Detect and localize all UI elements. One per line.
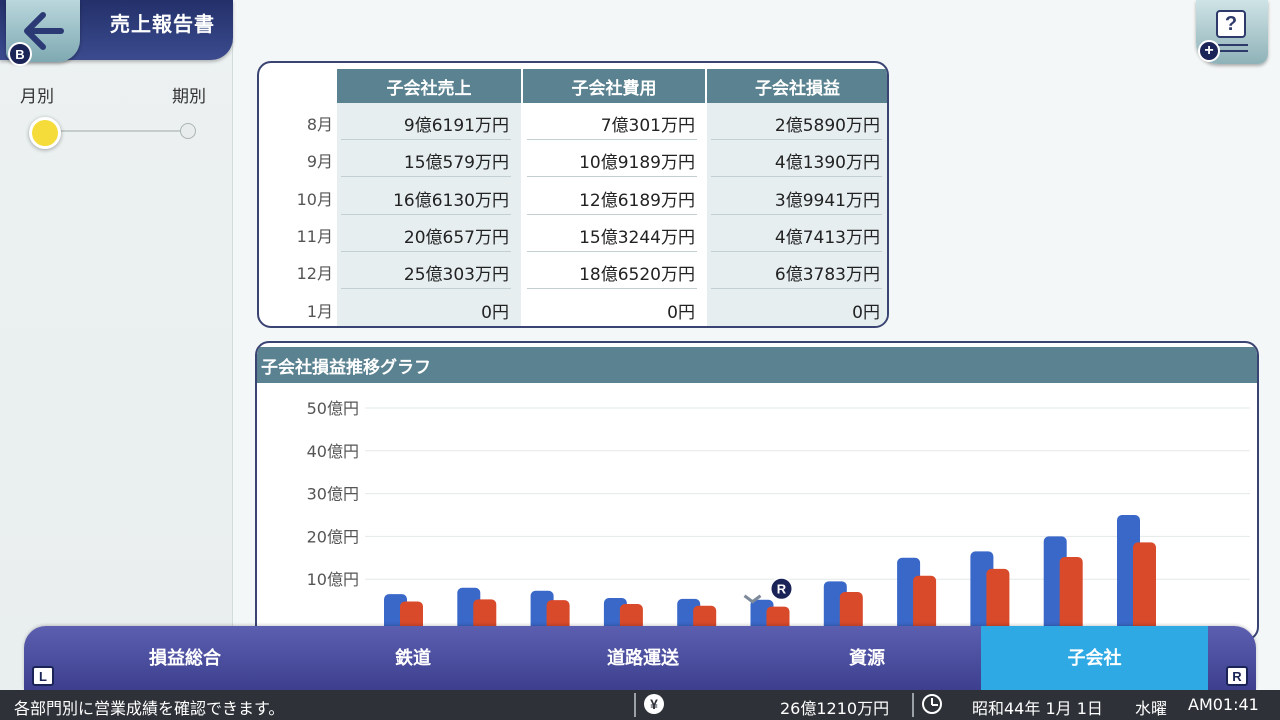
tab-railway[interactable]: 鉄道: [302, 626, 524, 690]
status-message: 各部門別に営業成績を確認できます。: [14, 699, 285, 718]
col-header-profit: 子会社損益: [707, 69, 887, 103]
row-month-label: 12月: [296, 264, 333, 284]
row-divider: [341, 213, 511, 215]
row-divider: [711, 139, 882, 140]
row-divider: [341, 139, 511, 140]
chart-title: 子会社損益推移グラフ: [261, 358, 431, 378]
row-month-label: 10月: [296, 189, 333, 209]
game-weekday: 水曜: [1135, 699, 1168, 718]
help-button[interactable]: ? +: [1196, 0, 1268, 64]
table-cell: 16億6130万円: [393, 190, 509, 211]
status-divider: [912, 693, 914, 717]
row-month-label: 1月: [306, 301, 333, 321]
mode-slider-stop-period[interactable]: [180, 123, 196, 139]
table-cell: 4億1390万円: [774, 153, 880, 174]
help-icon: ?: [1216, 10, 1246, 38]
chart-title-bar: 子会社損益推移グラフ: [257, 347, 1257, 383]
mode-monthly-label[interactable]: 月別: [20, 82, 54, 107]
row-divider: [341, 288, 511, 290]
category-tabbar: 損益総合 鉄道 道路運送 資源 子会社 L R: [24, 626, 1256, 690]
table-cell: 0円: [481, 302, 509, 323]
game-date: 昭和44年 1月 1日: [972, 699, 1103, 718]
status-bar: 各部門別に営業成績を確認できます。 ¥ 26億1210万円 昭和44年 1月 1…: [0, 690, 1280, 720]
row-divider: [527, 288, 697, 290]
y-tick-label: 50億円: [307, 399, 359, 418]
tab-subsidiary[interactable]: 子会社: [981, 626, 1208, 690]
table-cell: 25億303万円: [403, 265, 509, 286]
col-header-sales: 子会社売上: [337, 69, 521, 103]
r-button-badge: R: [1226, 666, 1248, 686]
row-divider: [527, 139, 697, 140]
b-button-badge: B: [8, 42, 32, 66]
tab-road-transport[interactable]: 道路運送: [532, 626, 754, 690]
mode-slider-track[interactable]: [44, 130, 188, 132]
mode-period-label[interactable]: 期別: [172, 82, 206, 107]
y-tick-label: 30億円: [307, 485, 359, 504]
table-cell: 6億3783万円: [774, 265, 880, 286]
table-cell: 12億6189万円: [579, 190, 695, 211]
y-tick-label: 20億円: [307, 527, 359, 546]
row-divider: [711, 250, 882, 252]
table-cell: 15億3244万円: [579, 227, 695, 248]
col-bg-profit: [707, 103, 887, 326]
help-lines-icon: [1218, 44, 1248, 52]
status-divider: [634, 693, 636, 717]
y-tick-label: 10億円: [307, 570, 359, 589]
row-divider: [527, 176, 697, 178]
y-tick-label: 40億円: [307, 442, 359, 461]
row-divider: [711, 288, 882, 290]
row-month-label: 8月: [306, 115, 333, 134]
table-cell: 9億6191万円: [403, 116, 509, 136]
row-month-label: 11月: [296, 226, 333, 246]
tab-resources[interactable]: 資源: [754, 626, 980, 690]
game-time: AM01:41: [1188, 695, 1259, 714]
row-divider: [341, 176, 511, 178]
table-cell: 18億6520万円: [579, 265, 695, 286]
r-marker-label: R: [777, 582, 787, 597]
profit-chart-panel: 子会社損益推移グラフ 50億円 40億円 30億円 20億円 10億円 R: [255, 341, 1259, 641]
col-bg-sales: [337, 103, 521, 326]
row-divider: [341, 250, 511, 252]
clock-icon: [922, 694, 942, 714]
sales-table: 子会社売上 子会社費用 子会社損益 8月 9億6191万円 7億301万円 2億589…: [257, 61, 889, 328]
row-divider: [527, 213, 697, 215]
page-title: 売上報告書: [110, 12, 215, 36]
table-cell: 10億9189万円: [579, 153, 695, 174]
table-cell: 0円: [852, 302, 880, 323]
row-divider: [527, 250, 697, 252]
plus-button-badge: +: [1198, 40, 1220, 62]
money-amount: 26億1210万円: [780, 699, 890, 718]
profit-chart: 50億円 40億円 30億円 20億円 10億円 R: [307, 399, 1250, 639]
table-cell: 0円: [667, 302, 695, 323]
table-cell: 3億9941万円: [774, 190, 880, 211]
table-cell: 4億7413万円: [774, 227, 880, 248]
col-header-cost: 子会社費用: [523, 69, 705, 103]
row-divider: [711, 213, 882, 215]
table-cell: 2億5890万円: [774, 116, 880, 136]
tab-profit-summary[interactable]: 損益総合: [74, 626, 296, 690]
table-cell: 20億657万円: [403, 227, 509, 248]
table-cell: 15億579万円: [403, 153, 509, 174]
l-button-badge: L: [32, 666, 54, 686]
sidebar: 月別 期別: [0, 0, 233, 690]
yen-icon: ¥: [644, 694, 664, 714]
table-cell: 7億301万円: [600, 116, 695, 136]
row-month-label: 9月: [306, 152, 333, 172]
row-divider: [711, 176, 882, 178]
mode-slider-knob[interactable]: [29, 117, 61, 149]
